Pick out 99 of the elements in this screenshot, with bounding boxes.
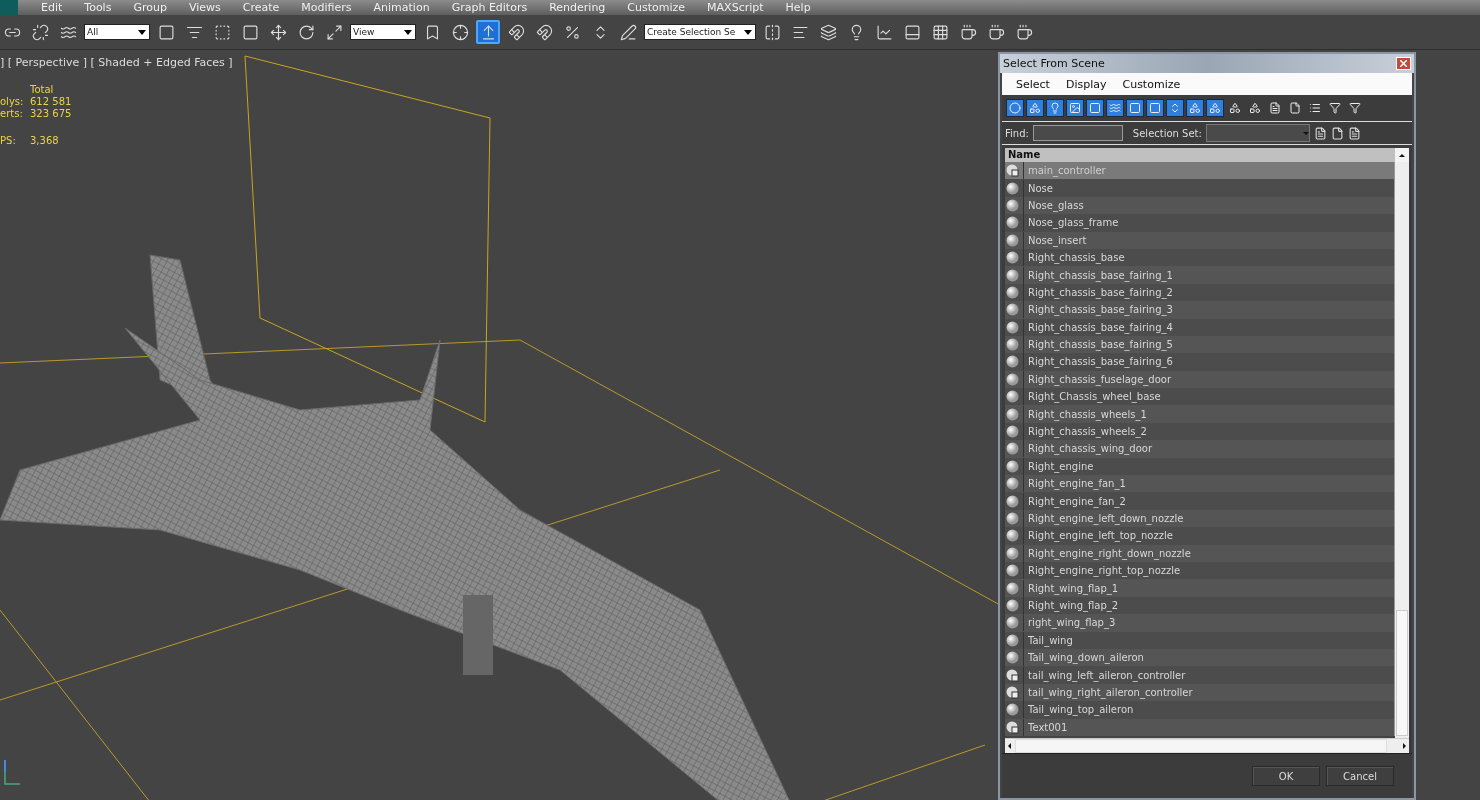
dropdown[interactable]: View [350, 24, 416, 40]
sphere-box-icon [1006, 720, 1019, 734]
move-icon [269, 23, 287, 41]
waves-icon [1109, 102, 1121, 114]
axis-gizmo-icon [2, 758, 22, 788]
menu-item[interactable]: Tools [73, 1, 123, 14]
filter-icon [1329, 102, 1341, 114]
list-row[interactable]: Right_chassis_base_fairing_6 [1005, 353, 1395, 371]
light-icon [1049, 102, 1061, 114]
object-name: Right_chassis_base_fairing_1 [1023, 266, 1173, 284]
horizontal-scrollbar[interactable] [1005, 738, 1409, 753]
angle-snap-icon [535, 23, 553, 41]
menu-item[interactable]: Edit [30, 1, 74, 14]
object-name: Text001 [1023, 718, 1068, 736]
list-row[interactable]: main_controller [1005, 162, 1395, 180]
menu-item[interactable]: Modifiers [290, 1, 363, 14]
document-icon[interactable] [1330, 126, 1344, 140]
list-row[interactable]: Tail_wing_top_aileron [1005, 701, 1395, 719]
stat-label: olys: [0, 96, 25, 107]
object-name: tail_wing_left_aileron_controller [1023, 666, 1186, 684]
menu-item[interactable]: Graph Editors [440, 1, 539, 14]
ok-button[interactable]: OK [1252, 766, 1320, 786]
object-name: Right_engine_right_down_nozzle [1023, 544, 1191, 562]
list-row[interactable]: right_wing_flap_3 [1005, 614, 1395, 632]
sphere-box-icon [1006, 685, 1019, 699]
object-name: right_wing_flap_3 [1023, 614, 1116, 632]
menu-item[interactable]: MAXScript [696, 1, 775, 14]
list-row[interactable]: Right_engine_fan_2 [1005, 492, 1395, 510]
stat-label: erts: [0, 108, 24, 119]
object-name: tail_wing_right_aileron_controller [1023, 683, 1193, 701]
list-row[interactable]: Right_chassis_base_fairing_3 [1005, 301, 1395, 319]
object-name: Right_chassis_fuselage_door [1023, 370, 1172, 388]
page-icon [1289, 102, 1301, 114]
object-name: Nose [1023, 179, 1053, 197]
menu-item[interactable]: Animation [362, 1, 441, 14]
object-name: Right_engine [1023, 457, 1094, 475]
snap-icon [507, 23, 525, 41]
list-row[interactable]: Right_engine_left_top_nozzle [1005, 527, 1395, 545]
list-row[interactable]: Nose_glass_frame [1005, 214, 1395, 232]
object-name: Right_engine_left_top_nozzle [1023, 527, 1173, 545]
object-name: Tail_wing_top_aileron [1023, 701, 1134, 719]
cancel-button[interactable]: Cancel [1326, 766, 1394, 786]
rotate-icon [297, 23, 315, 41]
list-row[interactable]: tail_wing_left_aileron_controller [1005, 666, 1395, 684]
unlink-icon [31, 23, 49, 41]
fps-value: 3,368 [30, 135, 60, 146]
menu-item[interactable]: Group [122, 1, 178, 14]
dashed-rectangle-icon [213, 23, 231, 41]
object-name: Right_engine_fan_2 [1023, 492, 1126, 510]
document-icon[interactable] [1347, 126, 1361, 140]
list-row[interactable]: Right_engine_fan_1 [1005, 475, 1395, 493]
list-row[interactable]: Nose [1005, 179, 1395, 197]
list-row[interactable]: Right_Chassis_wheel_base [1005, 388, 1395, 406]
sphere-box-icon [1006, 164, 1019, 178]
object-name: Nose_insert [1023, 231, 1087, 249]
menu-item[interactable]: Rendering [538, 1, 617, 14]
scale-icon [325, 23, 343, 41]
object-name: Nose_glass_frame [1023, 214, 1119, 232]
object-name: Tail_wing [1023, 631, 1073, 649]
object-name: Right_chassis_base_fairing_6 [1023, 353, 1173, 371]
list-row[interactable]: Right_chassis_wheels_1 [1005, 405, 1395, 423]
object-name: Right_chassis_wing_door [1023, 440, 1153, 458]
menu-item[interactable]: Create [231, 1, 291, 14]
layers-icon [819, 23, 837, 41]
stat-value: 323 675 [30, 108, 73, 119]
stats-header: Total [30, 84, 55, 95]
list-row[interactable]: Right_chassis_wing_door [1005, 440, 1395, 458]
document-icon[interactable] [1313, 126, 1327, 140]
find-label: Find: [1005, 127, 1029, 139]
scroll-up-button[interactable] [1395, 148, 1409, 162]
close-button[interactable] [1396, 57, 1411, 70]
menu-item[interactable]: Display [1057, 77, 1115, 91]
object-name: Right_chassis_base_fairing_2 [1023, 283, 1173, 301]
menu-item[interactable]: Views [177, 1, 232, 14]
light-filter-button[interactable] [1046, 99, 1064, 117]
sphere-box-icon [1006, 668, 1019, 682]
menu-item[interactable]: Customize [616, 1, 697, 14]
stat-value: 612 581 [30, 96, 73, 107]
object-name: Right_wing_flap_2 [1023, 596, 1119, 614]
menu-item[interactable]: Customize [1114, 77, 1189, 91]
dialog-title: Select From Scene [1003, 57, 1105, 70]
object-name: Right_chassis_base_fairing_3 [1023, 301, 1173, 319]
waves-filter-button[interactable] [1106, 99, 1124, 117]
menu-item[interactable]: Select [1008, 77, 1058, 91]
list-row[interactable]: Right_chassis_base_fairing_1 [1005, 266, 1395, 284]
object-name: Right_wing_flap_1 [1023, 579, 1119, 597]
object-name: Right_chassis_wheels_1 [1023, 405, 1147, 423]
find-field[interactable] [1032, 125, 1123, 141]
close-icon [1400, 60, 1407, 67]
viewport-label[interactable]: ] [ Perspective ] [ Shaded + Edged Faces ] [0, 56, 233, 69]
selection-set-label: Selection Set: [1132, 127, 1202, 139]
percent-snap-icon [563, 23, 581, 41]
list-row[interactable]: Right_wing_flap_1 [1005, 579, 1395, 597]
object-name: Nose_glass [1023, 196, 1084, 214]
object-name: Right_chassis_base_fairing_4 [1023, 318, 1173, 336]
dropdown[interactable]: Create Selection Se [644, 24, 756, 40]
dropdown[interactable]: All [84, 24, 150, 40]
menu-item[interactable]: Help [774, 1, 822, 14]
fps-label: PS: [0, 135, 17, 146]
